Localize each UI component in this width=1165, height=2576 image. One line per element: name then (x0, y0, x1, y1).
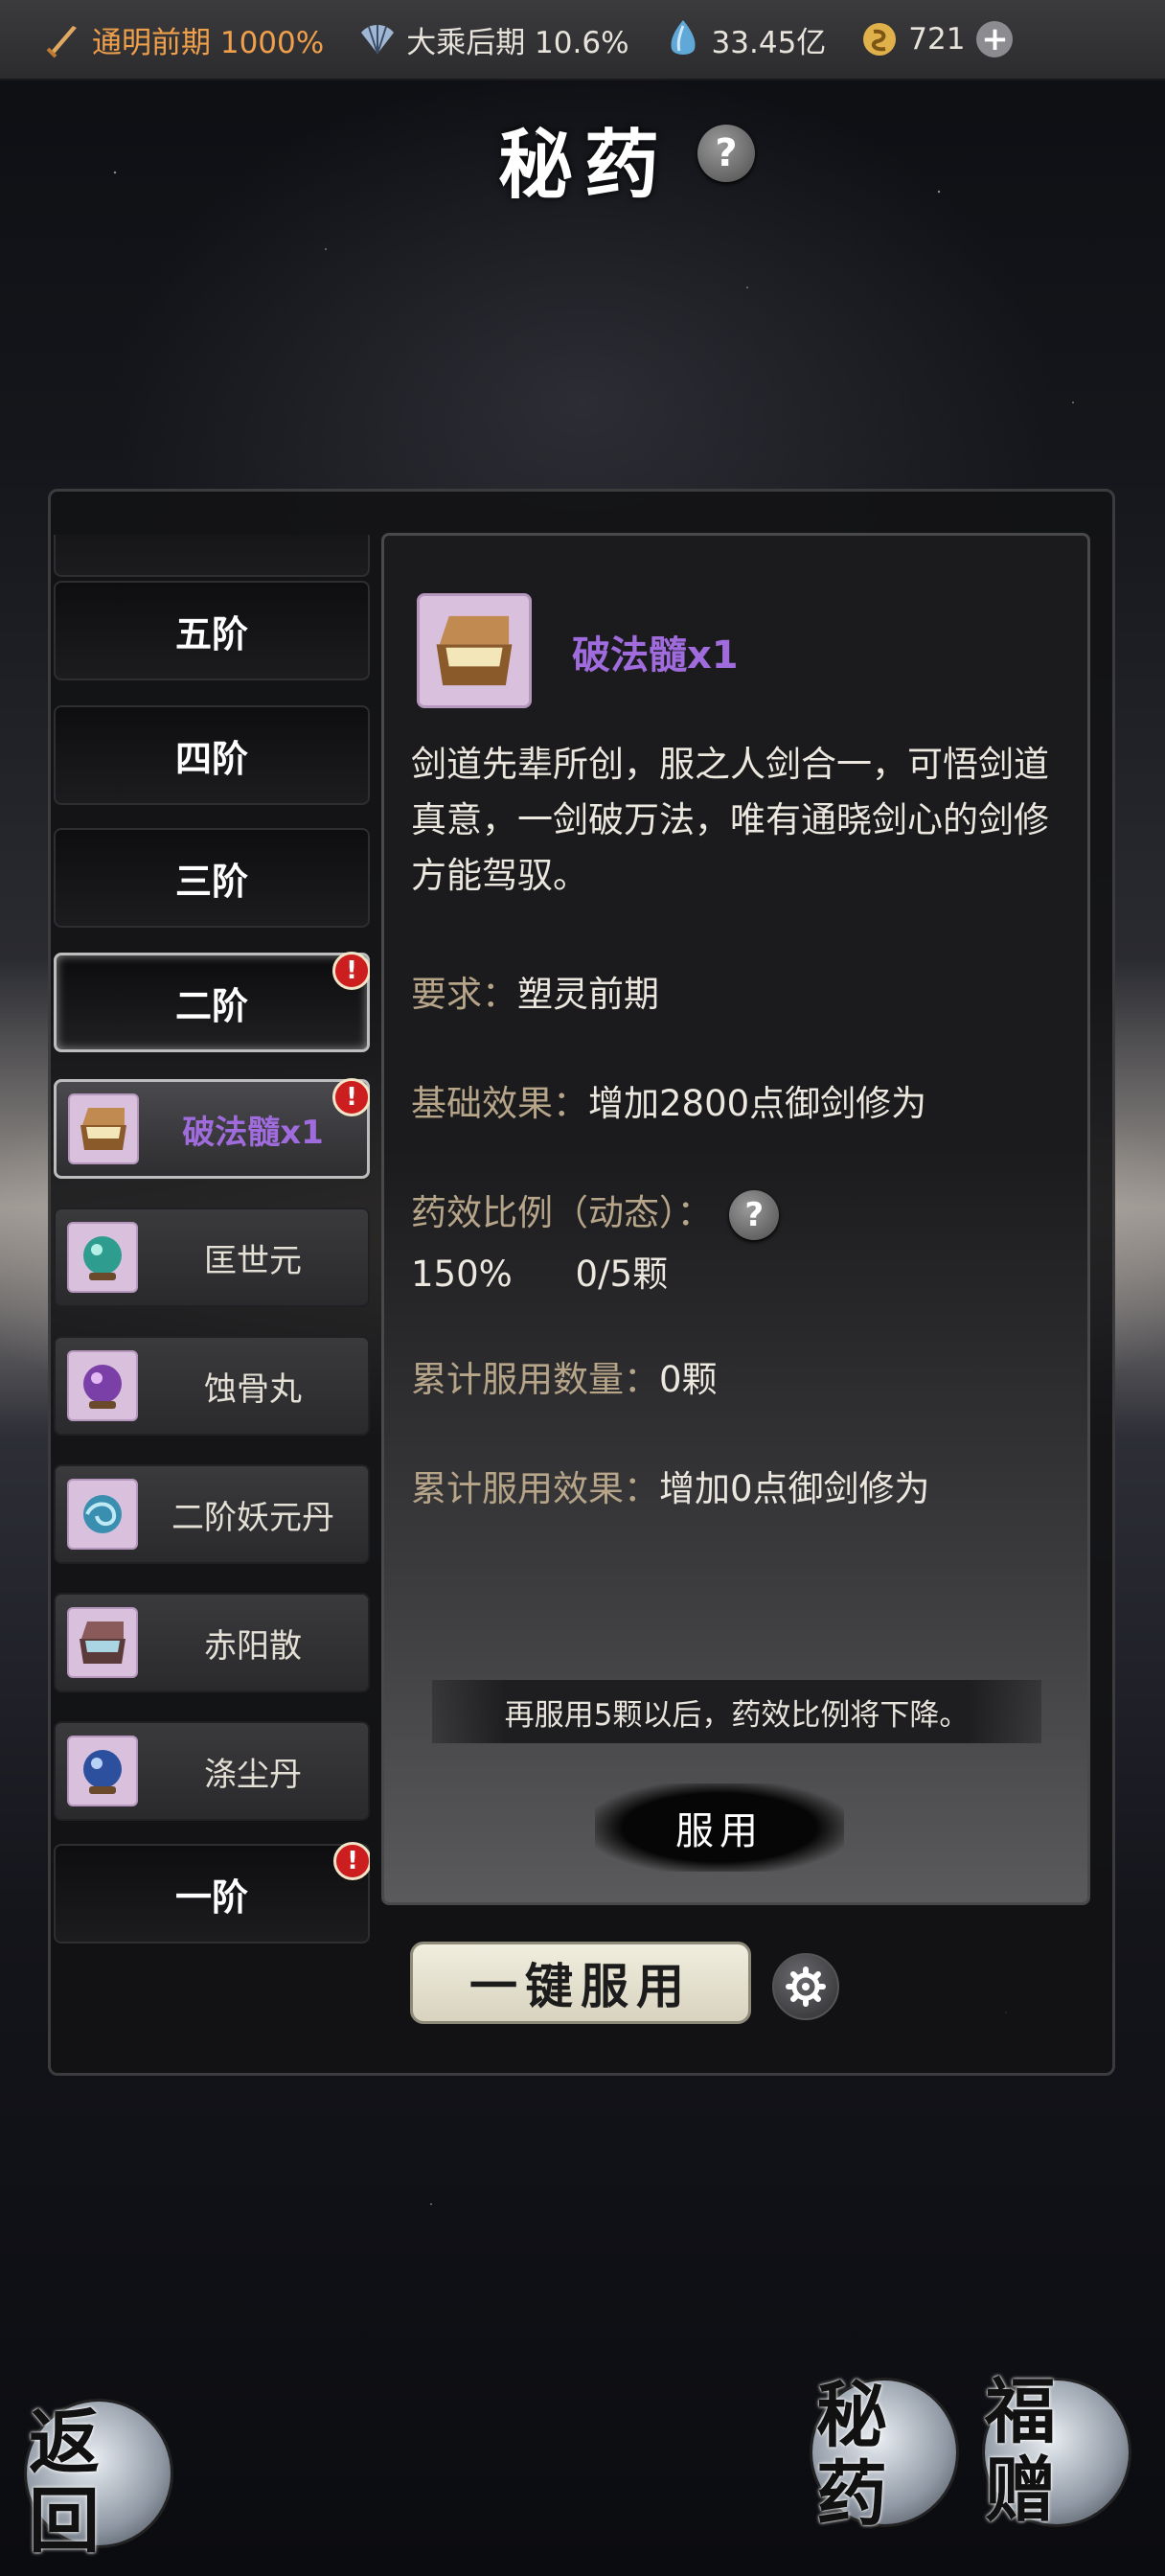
realm-resource[interactable]: 通明前期 1000% (42, 18, 324, 61)
alert-badge: ! (332, 1078, 370, 1116)
tier-label: 一阶 (174, 1875, 248, 1919)
tier-label: 五阶 (174, 612, 248, 656)
tier-label: 三阶 (174, 860, 248, 903)
tier-label: 二阶 (174, 984, 248, 1027)
medicine-name: 匡世元 (204, 1241, 302, 1280)
help-icon[interactable]: ? (729, 1189, 780, 1240)
medicine-list[interactable]: 五阶 四阶 三阶 二阶 ! 破法髓x1 ! 匡世元 蚀骨丸 二阶妖元丹 赤阳散 … (54, 535, 370, 1944)
base-effect-value: 增加2800点御剑修为 (588, 1083, 927, 1124)
base-effect-row: 基础效果：增加2800点御剑修为 (411, 1074, 926, 1126)
medicine-item-chiyangsan[interactable]: 赤阳散 (54, 1593, 370, 1692)
ratio-row: 药效比例（动态）： ? (411, 1184, 780, 1240)
crystal-icon (662, 18, 704, 60)
back-label: 返回 (29, 2402, 100, 2563)
medicine-item-shiguwan[interactable]: 蚀骨丸 (54, 1336, 370, 1436)
settings-gear-icon[interactable] (772, 1953, 839, 2020)
total-effect-label: 累计服用效果： (411, 1468, 659, 1509)
realm-label: 通明前期 1000% (92, 25, 325, 60)
base-effect-label: 基础效果： (411, 1083, 588, 1124)
ratio-label: 药效比例（动态）： (411, 1192, 713, 1233)
ratio-value: 150% (411, 1254, 513, 1295)
detail-item-name: 破法髓x1 (572, 633, 739, 678)
tier-item-two[interactable]: 二阶 ! (54, 952, 370, 1052)
one-key-use-button[interactable]: 一键服用 (410, 1942, 751, 2024)
add-gold-button[interactable]: + (976, 21, 1014, 58)
stage-label: 大乘后期 10.6% (406, 25, 629, 60)
resource-bar: 通明前期 1000% 大乘后期 10.6% 33.45亿 721 + (0, 0, 1165, 80)
total-count-label: 累计服用数量： (411, 1359, 659, 1400)
tier-partial[interactable] (54, 535, 370, 577)
page-title: 秘药 (498, 122, 672, 209)
medicine-name: 涤尘丹 (204, 1755, 302, 1794)
gift-label: 福赠 (985, 2371, 1056, 2532)
tier-label: 四阶 (174, 737, 248, 780)
medicine-item-dichendan[interactable]: 涤尘丹 (54, 1721, 370, 1821)
purple-orb-icon (67, 1350, 138, 1421)
use-button[interactable]: 服用 (595, 1783, 844, 1872)
requirement-label: 要求： (411, 974, 517, 1015)
medicine-name: 蚀骨丸 (204, 1369, 302, 1409)
spirit-stone-value: 33.45亿 (711, 25, 827, 60)
stage-resource[interactable]: 大乘后期 10.6% (356, 18, 629, 61)
teal-orb-icon (67, 1222, 138, 1293)
medicine-name: 赤阳散 (204, 1626, 302, 1666)
tier-item-one[interactable]: 一阶 ! (54, 1842, 370, 1944)
medicine-name: 二阶妖元丹 (171, 1498, 334, 1537)
tier-item-three[interactable]: 三阶 (54, 828, 370, 928)
ratio-values-row: 150% 0/5颗 (411, 1245, 668, 1297)
gold-resource[interactable]: 721 + (858, 18, 1014, 60)
tier-item-four[interactable]: 四阶 (54, 705, 370, 805)
gold-value: 721 (908, 22, 966, 57)
total-count-row: 累计服用数量：0颗 (411, 1350, 718, 1402)
alert-badge: ! (333, 1842, 370, 1880)
dosage-notice: 再服用5颗以后，药效比例将下降。 (432, 1680, 1041, 1743)
medicine-item-kuangshiyuan[interactable]: 匡世元 (54, 1208, 370, 1307)
requirement-row: 要求：塑灵前期 (411, 965, 659, 1017)
requirement-value: 塑灵前期 (517, 974, 659, 1015)
tier-item-five[interactable]: 五阶 (54, 581, 370, 680)
chest-icon (68, 1093, 139, 1164)
total-count-value: 0颗 (659, 1359, 718, 1400)
secret-medicine-label: 秘药 (816, 2375, 887, 2536)
chest-icon (417, 593, 532, 708)
item-description: 剑道先辈所创，服之人剑合一，可悟剑道真意，一剑破万法，唯有通晓剑心的剑修方能驾驭… (411, 744, 1049, 896)
swirl-orb-icon (67, 1479, 138, 1550)
medicine-item-pofasui[interactable]: 破法髓x1 ! (54, 1078, 370, 1179)
total-effect-row: 累计服用效果：增加0点御剑修为 (411, 1460, 930, 1511)
total-effect-value: 增加0点御剑修为 (659, 1468, 930, 1509)
chest-icon (67, 1607, 138, 1678)
medicine-name: 破法髓x1 (182, 1113, 324, 1152)
fan-icon (356, 18, 399, 60)
coin-icon (858, 18, 901, 60)
medicine-item-yaoyuandan[interactable]: 二阶妖元丹 (54, 1464, 370, 1564)
help-icon[interactable]: ? (697, 125, 755, 182)
medicine-detail-card: 破法髓x1 剑道先辈所创，服之人剑合一，可悟剑道真意，一剑破万法，唯有通晓剑心的… (381, 533, 1090, 1905)
blue-orb-icon (67, 1736, 138, 1806)
spirit-stone-resource[interactable]: 33.45亿 (662, 18, 827, 61)
alert-badge: ! (332, 952, 370, 990)
sword-icon (42, 18, 84, 60)
ratio-count: 0/5颗 (575, 1254, 669, 1295)
